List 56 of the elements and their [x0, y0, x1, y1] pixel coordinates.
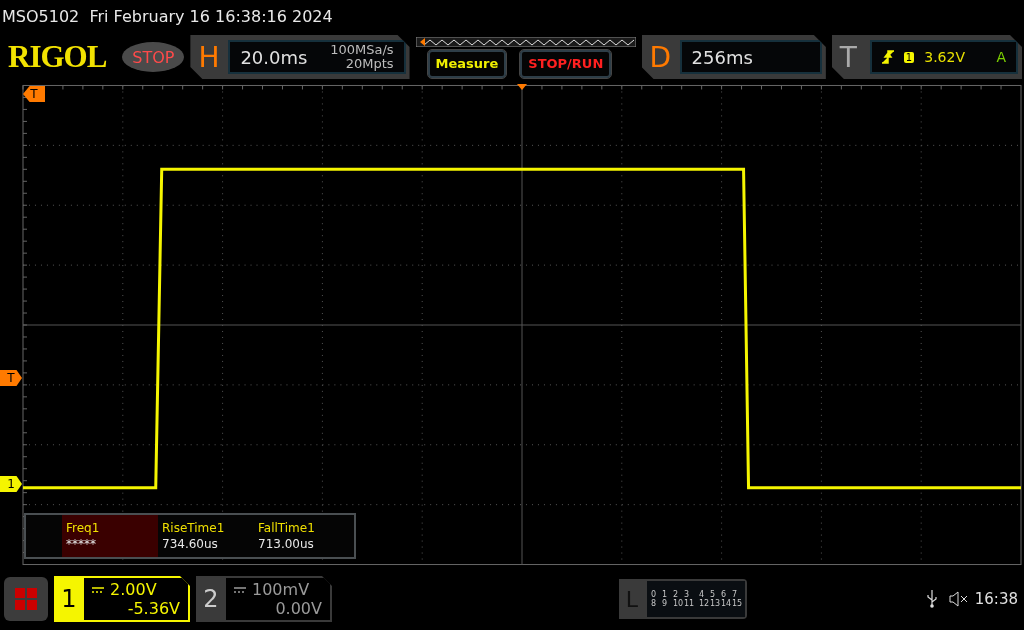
trigger-mode: A — [996, 49, 1006, 65]
logic-channel-number: 2 — [673, 590, 680, 599]
logic-channel-number: 7 — [732, 590, 739, 599]
channel-offset: 0.00V — [275, 599, 322, 618]
logic-channel-number: 15 — [732, 599, 743, 608]
brand-logo: RIGOL — [8, 39, 108, 75]
logic-channel-number: 3 — [684, 590, 691, 599]
logic-channel-number: 8 — [651, 599, 658, 608]
memory-depth: 20Mpts — [345, 57, 394, 71]
channel-scale-value: 2.00V — [110, 580, 157, 599]
measurement-item[interactable]: FallTime1 713.00us — [254, 515, 350, 557]
stop-run-button[interactable]: STOP/RUN — [520, 49, 612, 78]
logic-channel-number: 4 — [699, 590, 706, 599]
horizontal-panel[interactable]: H 20.0ms 100MSa/s 20Mpts — [190, 35, 410, 79]
speaker-muted-icon — [948, 591, 969, 607]
trigger-source-badge: 1 — [903, 51, 915, 63]
timebase-value: 20.0ms — [240, 46, 308, 68]
logic-channel-number: 5 — [710, 590, 717, 599]
run-state-indicator: STOP — [122, 42, 185, 72]
horizontal-label: H — [198, 40, 221, 74]
trigger-level-value: 3.62V — [924, 49, 965, 65]
delay-panel[interactable]: D 256ms — [641, 35, 826, 79]
channel-number: 1 — [60, 584, 78, 615]
logic-channel-number: 12 — [699, 599, 710, 608]
logic-channel-number: 14 — [721, 599, 732, 608]
logic-channel-number: 13 — [710, 599, 721, 608]
delay-label: D — [649, 40, 673, 74]
trigger-position-icon — [517, 84, 527, 90]
channel-panel[interactable]: 1 2.00V -5.36V — [54, 576, 190, 622]
logic-channel-number: 6 — [721, 590, 728, 599]
menu-button[interactable] — [4, 577, 48, 621]
trigger-label: T — [839, 40, 858, 74]
logic-channel-number: 1 — [662, 590, 669, 599]
usb-icon — [926, 590, 937, 608]
logic-channel-number: 10 — [673, 599, 684, 608]
measurement-item[interactable]: Freq1 ***** — [62, 515, 158, 557]
channel-panel[interactable]: 2 100mV 0.00V — [196, 576, 332, 622]
clock: 16:38 — [974, 590, 1018, 608]
logic-channel-number: 9 — [662, 599, 669, 608]
logic-channel-number: 0 — [651, 590, 658, 599]
measure-button[interactable]: Measure — [427, 49, 507, 78]
dc-coupling-icon — [92, 586, 104, 593]
dc-coupling-icon — [234, 586, 246, 593]
trigger-marker[interactable]: T — [0, 370, 22, 386]
trigger-panel[interactable]: T 1 3.62V A — [831, 35, 1022, 79]
measurement-item[interactable]: RiseTime1 734.60us — [158, 515, 254, 557]
status-line: MSO5102 Fri February 16 16:38:16 2024 — [1, 5, 334, 28]
sample-rate: 100MSa/s — [330, 43, 394, 57]
delay-value: 256ms — [691, 46, 753, 68]
grid-icon — [15, 588, 37, 610]
channel-offset: -5.36V — [127, 599, 180, 618]
channel-scale-value: 100mV — [252, 580, 310, 599]
logic-channel-number: 11 — [684, 599, 695, 608]
rising-edge-icon — [881, 50, 894, 64]
channel-number: 2 — [202, 584, 220, 615]
channel-marker[interactable]: 1 — [0, 476, 22, 492]
